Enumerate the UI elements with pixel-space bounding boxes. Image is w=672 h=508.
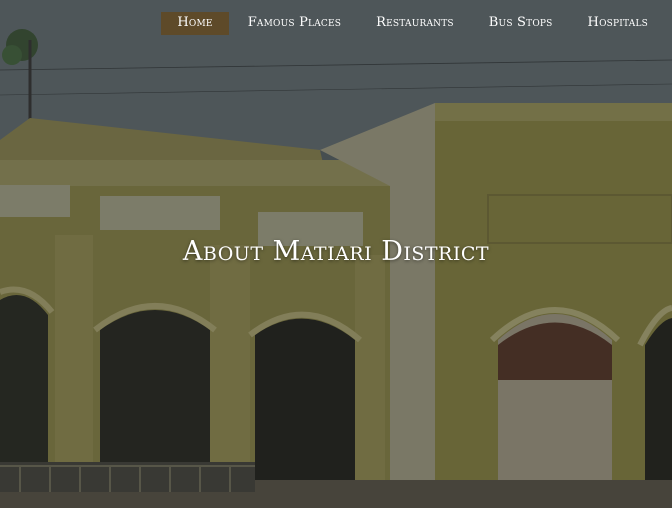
- nav-item-bus-stops[interactable]: Bus Stops: [473, 12, 569, 35]
- nav-item-hospitals[interactable]: Hospitals: [572, 12, 664, 35]
- nav-item-restaurants[interactable]: Restaurants: [360, 12, 470, 35]
- nav-item-home[interactable]: Home: [161, 12, 229, 35]
- nav-item-famous-places[interactable]: Famous Places: [232, 12, 357, 35]
- hero-banner: Home Famous Places Restaurants Bus Stops…: [0, 0, 672, 508]
- main-navigation: Home Famous Places Restaurants Bus Stops…: [158, 12, 664, 35]
- page-title: About Matiari District: [182, 236, 490, 267]
